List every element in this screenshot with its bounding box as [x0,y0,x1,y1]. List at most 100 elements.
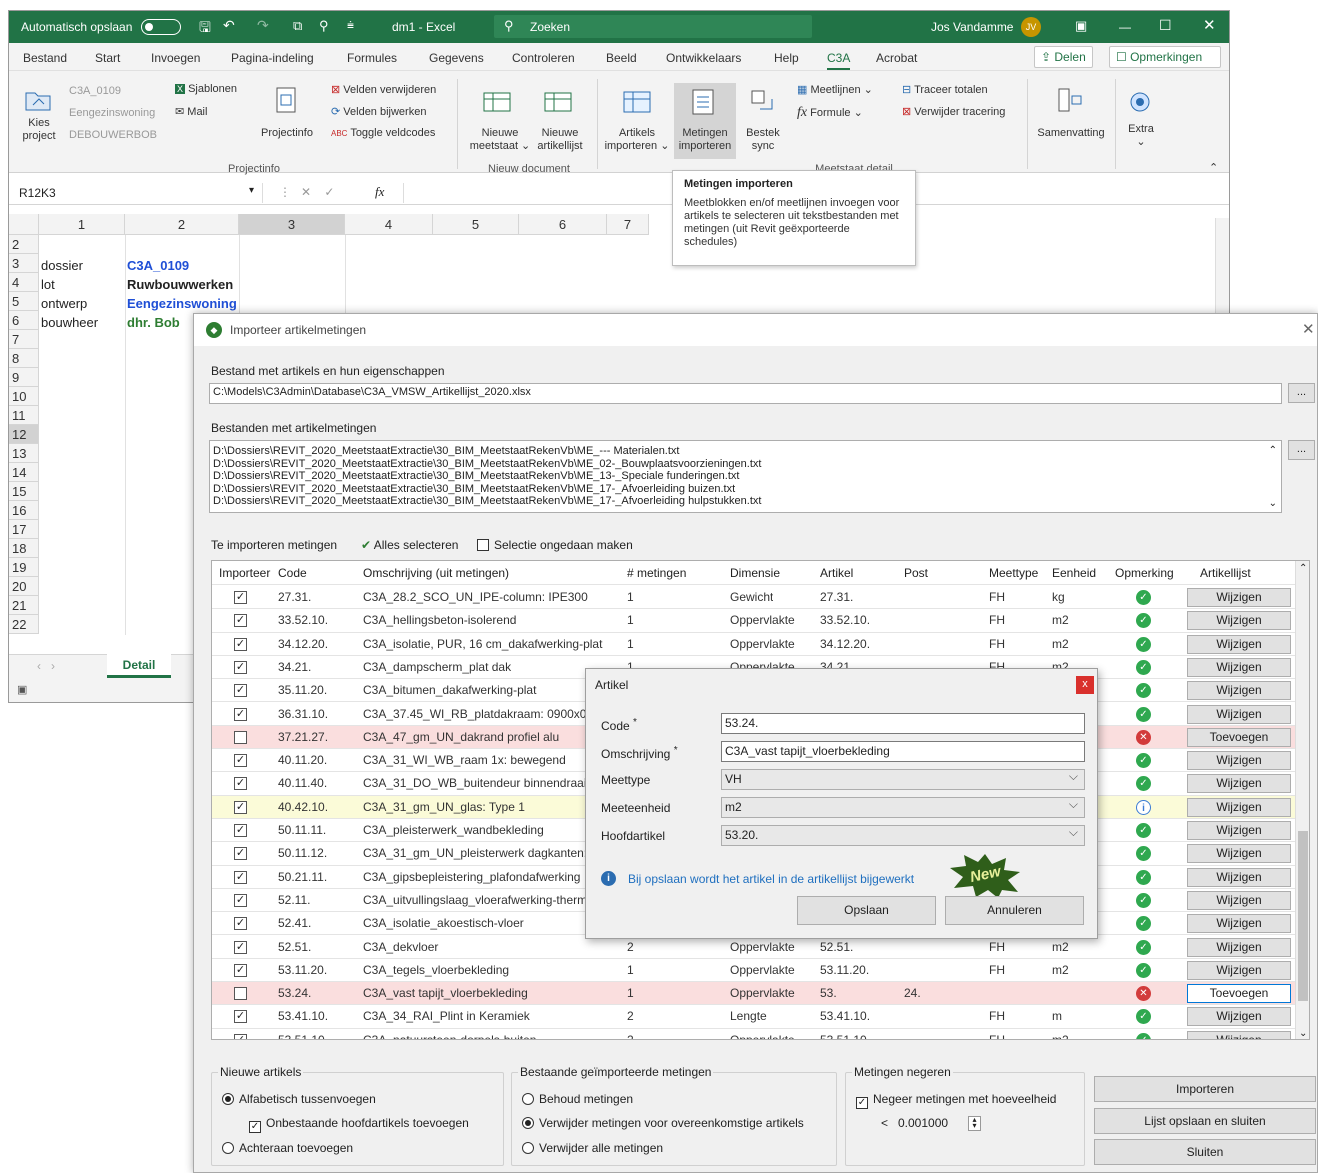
column-header[interactable]: Code [278,561,307,585]
import-checkbox[interactable]: ✓ [234,707,247,721]
close-icon[interactable]: ✕ [1302,320,1315,338]
code-input[interactable]: 53.24. [721,713,1085,734]
wijzigen-button[interactable]: Wijzigen [1187,1030,1291,1039]
toevoegen-button[interactable]: Toevoegen [1187,984,1291,1004]
import-checkbox[interactable]: ✓ [234,870,247,884]
column-header[interactable]: 1 [39,214,125,235]
column-header[interactable]: 6 [519,214,607,235]
close-button[interactable]: x [1076,676,1094,694]
nieuwe-meetstaat-button[interactable]: Nieuwe meetstaat ⌄ [467,127,533,153]
row-header[interactable]: 3 [9,254,39,273]
column-header[interactable]: Dimensie [730,561,780,585]
import-checkbox[interactable]: ✓ [234,800,247,814]
wijzigen-button[interactable]: Wijzigen [1187,588,1291,607]
toevoegen-button[interactable]: Toevoegen [1187,727,1291,747]
name-box[interactable]: R12K3 ▾ [15,183,263,203]
metingen-importeren-button[interactable]: Metingen importeren [674,83,736,159]
wijzigen-button[interactable]: Wijzigen [1187,937,1291,957]
user-search-icon[interactable]: ⚲ [319,18,329,34]
meeteenheid-select[interactable]: m2 [721,795,1085,818]
import-checkbox[interactable]: ✓ [234,1033,247,1039]
projectinfo-button[interactable]: Projectinfo [257,127,317,140]
table-row[interactable]: ✓ 34.12.20. C3A_isolatie, PUR, 16 cm_dakaf… [212,633,1297,656]
import-checkbox[interactable]: ✓ [234,963,247,977]
row-header[interactable]: 6 [9,311,39,330]
cell-value[interactable]: Eengezinswoning [125,294,237,313]
save-icon[interactable]: 🖫 [199,17,211,41]
annuleren-button[interactable]: Annuleren [945,896,1084,925]
measurement-files-list[interactable]: D:\Dossiers\REVIT_2020_MeetstaatExtracti… [209,440,1282,513]
tab-c3a[interactable]: C3A [827,51,851,70]
velden-verwijderen-button[interactable]: ⊠ Velden verwijderen [331,83,436,96]
comments-button[interactable]: ☐ Opmerkingen [1109,46,1221,68]
tab-pagina-indeling[interactable]: Pagina-indeling [231,51,314,65]
kies-project-button[interactable]: Kies project [15,117,63,143]
mail-button[interactable]: ✉ Mail [175,105,207,118]
maximize-icon[interactable]: ☐ [1159,17,1172,34]
import-checkbox[interactable]: ✓ [234,660,247,674]
wijzigen-button[interactable]: Wijzigen [1187,914,1291,934]
row-header[interactable]: 19 [9,558,39,577]
wijzigen-button[interactable]: Wijzigen [1187,797,1291,817]
tab-gegevens[interactable]: Gegevens [429,51,484,65]
opslaan-button[interactable]: Opslaan [797,896,936,925]
deselect-button[interactable]: Selectie ongedaan maken [477,538,633,552]
column-header[interactable]: Meettype [989,561,1038,585]
wijzigen-button[interactable]: Wijzigen [1187,867,1291,887]
toggle-veldcodes-button[interactable]: ABC Toggle veldcodes [331,127,435,139]
import-checkbox[interactable]: ✓ [234,893,247,907]
import-checkbox[interactable]: ✓ [234,684,247,698]
import-checkbox[interactable] [234,987,247,1001]
import-checkbox[interactable]: ✓ [234,614,247,628]
cell-value[interactable]: Ruwbouwwerken [125,275,233,294]
import-checkbox[interactable]: ✓ [234,637,247,651]
tab-controleren[interactable]: Controleren [512,51,575,65]
search-box[interactable]: ⚲ Zoeken [494,15,812,38]
wijzigen-button[interactable]: Wijzigen [1187,704,1291,724]
row-header[interactable]: 16 [9,501,39,520]
wijzigen-button[interactable]: Wijzigen [1187,890,1291,910]
scrollbar-thumb[interactable] [1298,831,1308,1001]
nieuwe-artikellijst-button[interactable]: Nieuwe artikellijst [533,127,587,153]
import-checkbox[interactable] [234,730,247,744]
column-header[interactable]: # metingen [627,561,686,585]
table-row[interactable]: ✓ 33.52.10. C3A_hellingsbeton-isolerend 1 Op… [212,609,1297,633]
alfabetisch-radio[interactable]: Alfabetisch tussenvoegen [222,1092,376,1106]
table-row[interactable]: ✓ 53.41.10. C3A_34_RAI_Plint in Keramiek 2 L… [212,1005,1297,1029]
wijzigen-button[interactable]: Wijzigen [1187,774,1291,794]
import-checkbox[interactable]: ✓ [234,847,247,861]
undo-icon[interactable]: ↶ [223,17,235,34]
close-icon[interactable]: ✕ [1203,16,1216,34]
tab-acrobat[interactable]: Acrobat [876,51,917,65]
wijzigen-button[interactable]: Wijzigen [1187,844,1291,864]
browse-measurement-files-button[interactable]: ... [1288,440,1315,460]
table-row[interactable]: ✓ 53.51.10. C3A_natuursteen-dorpels-buiten… [212,1029,1297,1039]
traceer-totalen-button[interactable]: ⊟ Traceer totalen [902,83,988,96]
wijzigen-button[interactable]: Wijzigen [1187,611,1291,631]
row-header[interactable]: 21 [9,596,39,615]
row-header[interactable]: 18 [9,539,39,558]
row-header[interactable]: 12 [9,425,39,444]
avatar[interactable]: JV [1021,17,1041,37]
autosave-toggle[interactable] [141,19,181,35]
behoud-radio[interactable]: Behoud metingen [522,1092,633,1106]
tab-invoegen[interactable]: Invoegen [151,51,200,65]
browse-article-file-button[interactable]: ... [1288,383,1315,403]
vertical-scrollbar[interactable]: ⌃ ⌄ [1295,561,1309,1039]
tab-formules[interactable]: Formules [347,51,397,65]
share-button[interactable]: ⇪ Delen [1034,46,1093,68]
redo-icon[interactable]: ↷ [257,17,269,34]
wijzigen-button[interactable]: Wijzigen [1187,634,1291,654]
row-header[interactable]: 15 [9,482,39,501]
table-row[interactable]: ✓ 53.11.20. C3A_tegels_vloerbekleding 1 Oppe… [212,959,1297,983]
minimize-icon[interactable]: — [1119,20,1131,34]
row-header[interactable]: 4 [9,273,39,292]
cell-value[interactable]: C3A_0109 [125,256,189,275]
meetlijnen-button[interactable]: ▦ Meetlijnen ⌄ [797,83,873,96]
column-header[interactable]: 2 [125,214,239,235]
scroll-up-icon[interactable]: ⌃ [1269,445,1277,458]
import-checkbox[interactable]: ✓ [234,591,247,604]
scroll-down-icon[interactable]: ⌄ [1269,498,1277,511]
wijzigen-button[interactable]: Wijzigen [1187,960,1291,980]
import-checkbox[interactable]: ✓ [234,824,247,837]
